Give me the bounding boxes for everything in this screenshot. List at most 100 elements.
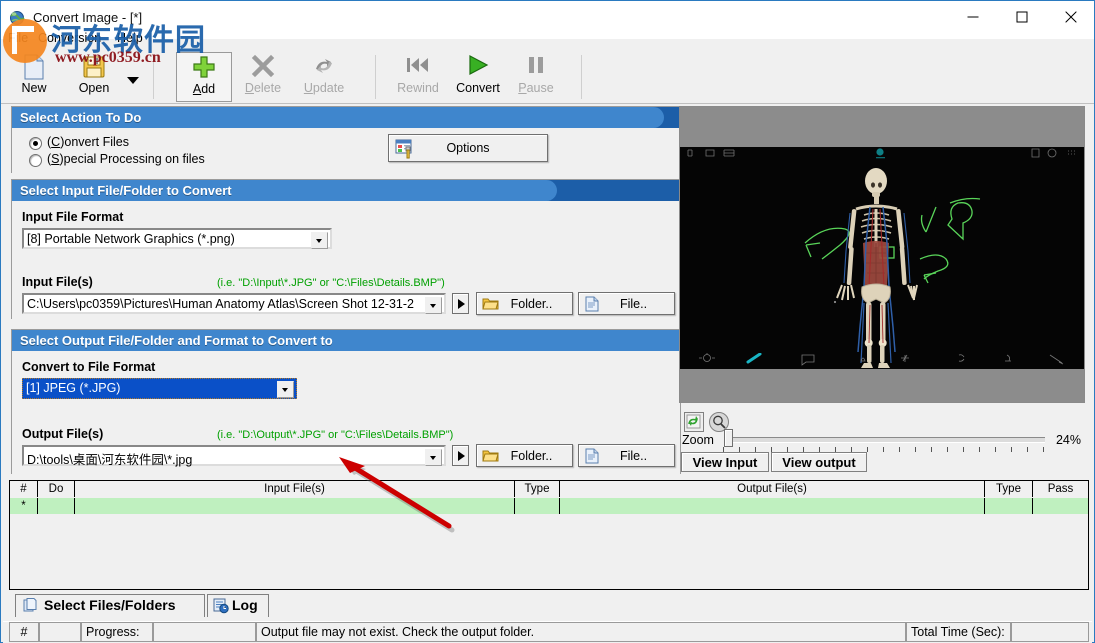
copy-pages-icon <box>23 598 39 617</box>
input-folder-button[interactable]: Folder.. <box>476 292 573 315</box>
zoom-value: 24% <box>1056 433 1081 447</box>
output-file-button[interactable]: File.. <box>578 444 675 467</box>
new-document-icon <box>9 54 59 80</box>
toolbar-delete-button[interactable]: Delete <box>235 52 291 100</box>
output-folder-button[interactable]: Folder.. <box>476 444 573 467</box>
chevron-down-icon[interactable] <box>127 77 139 84</box>
input-format-label: Input File Format <box>22 210 123 224</box>
grid-cell-input[interactable] <box>75 498 515 514</box>
chevron-down-icon[interactable] <box>277 381 294 398</box>
options-button[interactable]: Options <box>388 134 548 162</box>
toolbar-add-button[interactable]: Add <box>176 52 232 102</box>
output-format-combobox[interactable]: [1] JPEG (*.JPG) <box>22 378 297 399</box>
grid-cell-type1[interactable] <box>515 498 560 514</box>
select-output-panel: Select Output File/Folder and Format to … <box>11 329 681 474</box>
toolbar-new-button[interactable]: New <box>9 52 59 100</box>
radio-special-processing[interactable] <box>29 154 42 167</box>
toolbar-separator-3 <box>581 55 582 99</box>
main-toolbar: New Open Add <box>1 49 1094 104</box>
tab-log[interactable]: Log <box>207 594 269 617</box>
grid-col-pass[interactable]: Pass <box>1033 481 1088 497</box>
select-action-title: Select Action To Do <box>20 110 141 125</box>
grid-col-input[interactable]: Input File(s) <box>75 481 515 497</box>
status-progress-label: Progress: <box>81 622 153 642</box>
grey-x-icon <box>235 54 291 80</box>
input-files-hint: (i.e. "D:\Input\*.JPG" or "C:\Files\Deta… <box>217 277 445 289</box>
tab-view-input[interactable]: View Input <box>681 452 769 472</box>
output-files-value: D:\tools\桌面\河东软件园\*.jpg <box>27 449 427 468</box>
grid-col-type2[interactable]: Type <box>985 481 1033 497</box>
toolbar-open-label: Open <box>67 81 121 95</box>
refresh-green-icon[interactable] <box>684 412 704 432</box>
input-files-value: C:\Users\pc0359\Pictures\Human Anatomy A… <box>27 297 427 311</box>
output-folder-label: Folder.. <box>491 449 572 463</box>
maximize-button[interactable] <box>999 1 1045 33</box>
grid-cell-num[interactable]: * <box>10 498 38 514</box>
toolbar-update-button[interactable]: Update <box>294 52 354 100</box>
select-action-panel: Select Action To Do (C)onvert Files (S)p… <box>11 106 681 173</box>
grid-col-num[interactable]: # <box>10 481 38 497</box>
tab-view-output[interactable]: View output <box>771 452 867 472</box>
preview-image <box>680 147 1084 369</box>
anatomy-bottom-toolbar <box>680 353 1084 369</box>
status-progress-value <box>153 622 256 642</box>
bottom-tab-bar: Select Files/Folders Log <box>9 594 1089 618</box>
chevron-down-icon[interactable] <box>311 232 328 249</box>
chevron-down-icon[interactable] <box>425 449 442 466</box>
tab-select-files-folders[interactable]: Select Files/Folders <box>15 594 205 617</box>
zoom-slider-thumb[interactable] <box>724 429 733 447</box>
close-button[interactable] <box>1048 1 1094 33</box>
toolbar-rewind-button[interactable]: Rewind <box>389 52 447 100</box>
toolbar-separator <box>153 55 154 99</box>
input-format-combobox[interactable]: [8] Portable Network Graphics (*.png) <box>22 228 332 249</box>
select-output-body: Convert to File Format [1] JPEG (*.JPG) … <box>12 351 680 474</box>
grid-cell-do[interactable] <box>38 498 75 514</box>
tab-select-files-label: Select Files/Folders <box>44 597 176 613</box>
select-output-title: Select Output File/Folder and Format to … <box>20 333 333 348</box>
output-format-value: [1] JPEG (*.JPG) <box>26 381 120 395</box>
log-clock-icon <box>213 598 229 617</box>
output-go-button[interactable] <box>452 445 469 466</box>
output-format-label: Convert to File Format <box>22 360 155 374</box>
image-preview-panel[interactable] <box>679 106 1085 403</box>
select-input-title: Select Input File/Folder to Convert <box>20 183 232 198</box>
grid-cell-output[interactable] <box>560 498 985 514</box>
floppy-disk-icon <box>67 54 121 80</box>
refresh-icon <box>294 54 354 80</box>
grid-header-row: # Do Input File(s) Type Output File(s) T… <box>10 481 1088 499</box>
input-files-combobox[interactable]: C:\Users\pc0359\Pictures\Human Anatomy A… <box>22 293 446 314</box>
pause-icon <box>509 54 563 80</box>
radio-special-processing-label: (S)pecial Processing on files <box>47 152 205 166</box>
options-button-label: Options <box>389 141 547 155</box>
toolbar-convert-button[interactable]: Convert <box>449 52 507 100</box>
zoom-label: Zoom <box>682 433 714 447</box>
input-format-value: [8] Portable Network Graphics (*.png) <box>27 232 235 246</box>
output-files-label: Output File(s) <box>22 427 103 441</box>
output-files-hint: (i.e. "D:\Output\*.JPG" or "C:\Files\Det… <box>217 429 453 441</box>
grid-cell-type2[interactable] <box>985 498 1033 514</box>
chevron-down-icon[interactable] <box>425 297 442 314</box>
input-file-button[interactable]: File.. <box>578 292 675 315</box>
grid-col-output[interactable]: Output File(s) <box>560 481 985 497</box>
toolbar-delete-label: Delete <box>235 81 291 95</box>
toolbar-pause-label: Pause <box>509 81 563 95</box>
menu-item-help[interactable]: Help <box>117 31 143 45</box>
grid-cell-pass[interactable] <box>1033 498 1088 514</box>
toolbar-open-button[interactable]: Open <box>67 52 121 100</box>
toolbar-pause-button[interactable]: Pause <box>509 52 563 100</box>
output-files-combobox[interactable]: D:\tools\桌面\河东软件园\*.jpg <box>22 445 446 466</box>
grid-col-type1[interactable]: Type <box>515 481 560 497</box>
table-row[interactable]: * <box>10 498 1088 514</box>
menu-item-conversion[interactable]: Conversion <box>38 31 101 45</box>
status-hash: # <box>9 622 39 642</box>
toolbar-new-label: New <box>9 81 59 95</box>
input-go-button[interactable] <box>452 293 469 314</box>
minimize-button[interactable] <box>950 1 996 33</box>
status-total-time-label: Total Time (Sec): <box>906 622 1011 642</box>
files-grid[interactable]: # Do Input File(s) Type Output File(s) T… <box>9 480 1089 590</box>
radio-convert-files[interactable] <box>29 137 42 150</box>
menu-item-file[interactable]: File <box>8 31 28 45</box>
zoom-slider-track[interactable] <box>725 437 1045 443</box>
grid-col-do[interactable]: Do <box>38 481 75 497</box>
window-title: Convert Image - [*] <box>33 10 142 25</box>
